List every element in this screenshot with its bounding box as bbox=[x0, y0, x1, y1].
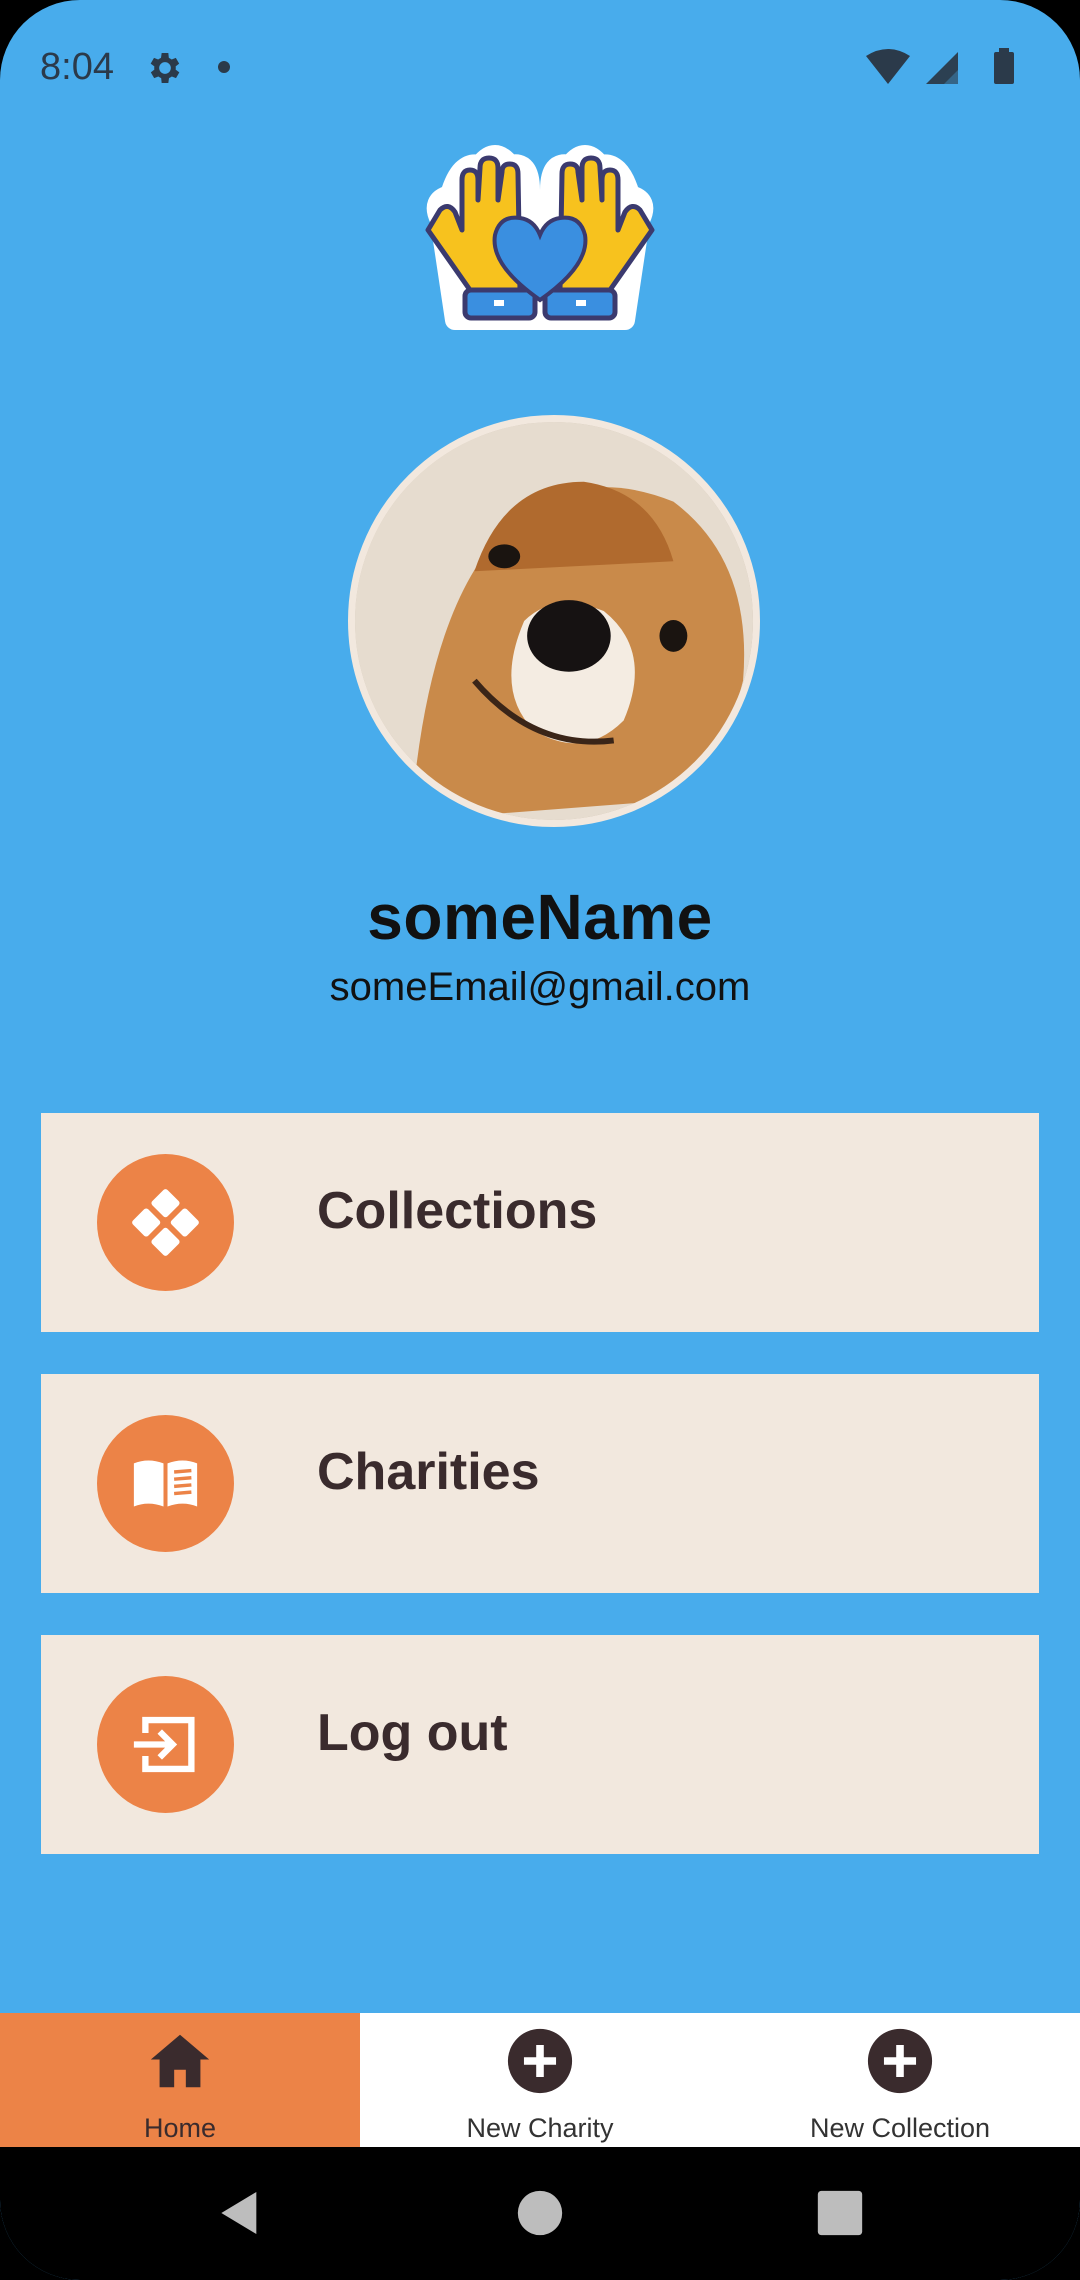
wifi-icon bbox=[866, 49, 910, 84]
charities-card[interactable]: Charities bbox=[41, 1374, 1039, 1593]
logout-label: Log out bbox=[317, 1704, 508, 1762]
logout-card[interactable]: Log out bbox=[41, 1635, 1039, 1854]
status-bar: 8:04 bbox=[0, 0, 1080, 135]
battery-icon bbox=[994, 52, 1014, 84]
dog-photo-avatar bbox=[348, 415, 760, 827]
nav-home[interactable]: Home bbox=[0, 2013, 360, 2147]
nav-new-collection-label: New Collection bbox=[809, 2113, 991, 2143]
nav-new-charity-label: New Charity bbox=[466, 2113, 614, 2143]
book-icon bbox=[133, 1460, 198, 1507]
add-circle-icon bbox=[507, 2028, 573, 2094]
home-circle-icon[interactable] bbox=[512, 2185, 568, 2241]
collections-card[interactable]: Collections bbox=[41, 1113, 1039, 1332]
system-nav-bar bbox=[0, 2147, 1080, 2280]
profile-name: someName bbox=[367, 881, 713, 953]
hands-heart-logo bbox=[425, 145, 655, 330]
profile-email: someEmail@gmail.com bbox=[329, 965, 751, 1009]
gear-icon bbox=[150, 53, 180, 83]
grid-diamond-icon bbox=[132, 1189, 199, 1256]
logout-icon-circle bbox=[97, 1676, 234, 1813]
home-icon bbox=[150, 2034, 210, 2088]
nav-new-collection[interactable]: New Collection bbox=[720, 2013, 1080, 2147]
collections-icon-circle bbox=[97, 1154, 234, 1291]
bottom-nav: Home New Charity New Collection bbox=[0, 2013, 1080, 2147]
app-screen: 8:04 someName someEmail@gmail.com Collec… bbox=[0, 0, 1080, 2280]
logout-icon bbox=[133, 1716, 195, 1773]
status-time: 8:04 bbox=[40, 46, 114, 88]
add-circle-icon bbox=[867, 2028, 933, 2094]
charities-label: Charities bbox=[317, 1443, 540, 1501]
collections-label: Collections bbox=[317, 1182, 598, 1240]
recents-icon[interactable] bbox=[812, 2185, 868, 2241]
nav-new-charity[interactable]: New Charity bbox=[360, 2013, 720, 2147]
back-icon[interactable] bbox=[212, 2185, 268, 2241]
nav-home-label: Home bbox=[143, 2113, 217, 2143]
status-icons bbox=[866, 48, 1014, 84]
charities-icon-circle bbox=[97, 1415, 234, 1552]
notification-dot bbox=[218, 61, 230, 73]
